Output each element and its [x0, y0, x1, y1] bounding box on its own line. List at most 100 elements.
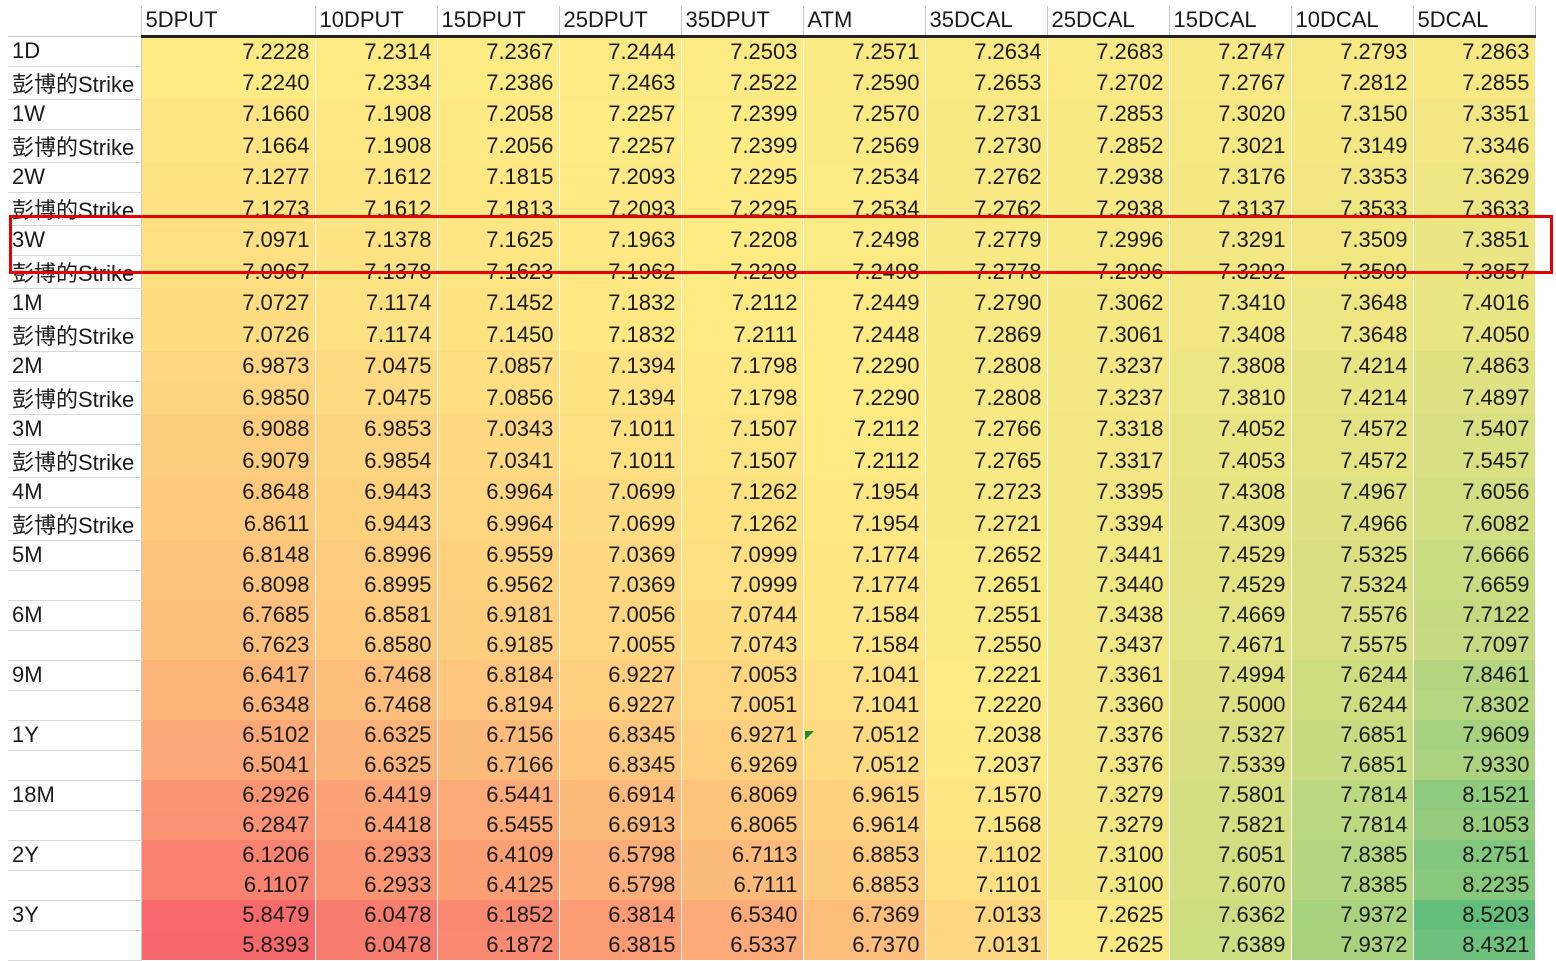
data-cell[interactable]: 7.3533	[1291, 192, 1413, 225]
data-cell[interactable]: 7.1452	[437, 288, 559, 318]
data-cell[interactable]: 7.2399	[681, 129, 803, 162]
data-cell[interactable]: 7.4994	[1169, 660, 1291, 690]
data-cell[interactable]: 7.1798	[681, 381, 803, 414]
data-cell[interactable]: 7.5000	[1169, 690, 1291, 720]
data-cell[interactable]: 7.3376	[1047, 750, 1169, 780]
data-cell[interactable]: 7.0369	[559, 540, 681, 570]
data-cell[interactable]: 7.1664	[141, 129, 315, 162]
data-cell[interactable]: 7.2498	[803, 255, 925, 288]
data-cell[interactable]: 7.2448	[803, 318, 925, 351]
data-cell[interactable]: 7.3346	[1413, 129, 1535, 162]
data-cell[interactable]: 6.5798	[559, 840, 681, 870]
data-cell[interactable]: 7.2625	[1047, 930, 1169, 960]
data-cell[interactable]: 7.2996	[1047, 225, 1169, 255]
data-cell[interactable]: 7.4572	[1291, 414, 1413, 444]
data-cell[interactable]: 6.0478	[315, 900, 437, 930]
data-cell[interactable]: 6.9850	[141, 381, 315, 414]
data-cell[interactable]: 7.3395	[1047, 477, 1169, 507]
data-cell[interactable]: 7.2314	[315, 36, 437, 66]
data-cell[interactable]: 7.1174	[315, 288, 437, 318]
data-cell[interactable]: 7.1507	[681, 444, 803, 477]
data-cell[interactable]: 7.3408	[1169, 318, 1291, 351]
data-cell[interactable]: 7.3394	[1047, 507, 1169, 540]
data-cell[interactable]: 7.9372	[1291, 900, 1413, 930]
data-cell[interactable]: 7.0971	[141, 225, 315, 255]
column-header[interactable]: 10DPUT	[315, 6, 438, 38]
row-label[interactable]: 彭博的Strike	[8, 192, 142, 226]
data-cell[interactable]: 7.2058	[437, 99, 559, 129]
data-cell[interactable]: 7.2996	[1047, 255, 1169, 288]
data-cell[interactable]: 7.1962	[559, 255, 681, 288]
data-cell[interactable]: 7.3062	[1047, 288, 1169, 318]
data-cell[interactable]: 7.2221	[925, 660, 1047, 690]
data-cell[interactable]: 7.2793	[1291, 36, 1413, 66]
data-cell[interactable]: 7.2295	[681, 192, 803, 225]
data-cell[interactable]: 6.7111	[681, 870, 803, 900]
data-cell[interactable]: 7.1262	[681, 477, 803, 507]
data-cell[interactable]: 7.1798	[681, 351, 803, 381]
data-cell[interactable]: 7.2208	[681, 255, 803, 288]
data-cell[interactable]: 6.4418	[315, 810, 437, 840]
data-cell[interactable]: 8.2751	[1413, 840, 1535, 870]
column-header[interactable]: 35DCAL	[925, 6, 1048, 38]
column-header[interactable]: 10DCAL	[1291, 6, 1414, 38]
row-label[interactable]: 2Y	[8, 840, 142, 871]
data-cell[interactable]: 7.9609	[1413, 720, 1535, 750]
data-cell[interactable]: 7.2112	[803, 414, 925, 444]
row-label[interactable]	[8, 690, 142, 721]
data-cell[interactable]: 6.8345	[559, 720, 681, 750]
data-cell[interactable]: 7.3437	[1047, 630, 1169, 660]
data-cell[interactable]: 7.2812	[1291, 66, 1413, 99]
data-cell[interactable]: 6.6913	[559, 810, 681, 840]
column-header[interactable]: 5DCAL	[1413, 6, 1536, 38]
data-cell[interactable]: 7.2855	[1413, 66, 1535, 99]
data-cell[interactable]: 6.8184	[437, 660, 559, 690]
data-cell[interactable]: 7.2522	[681, 66, 803, 99]
data-cell[interactable]: 7.3061	[1047, 318, 1169, 351]
data-cell[interactable]: 7.2112	[681, 288, 803, 318]
data-cell[interactable]: 6.6325	[315, 750, 437, 780]
data-cell[interactable]: 6.8148	[141, 540, 315, 570]
data-cell[interactable]: 7.2056	[437, 129, 559, 162]
data-cell[interactable]: 7.1011	[559, 414, 681, 444]
column-header[interactable]: 15DCAL	[1169, 6, 1292, 38]
data-cell[interactable]: 7.3020	[1169, 99, 1291, 129]
row-label[interactable]: 3M	[8, 414, 142, 445]
data-cell[interactable]: 7.2208	[681, 225, 803, 255]
data-cell[interactable]: 7.2290	[803, 381, 925, 414]
data-cell[interactable]: 7.3857	[1413, 255, 1535, 288]
data-cell[interactable]: 7.3633	[1413, 192, 1535, 225]
data-cell[interactable]: 7.6851	[1291, 750, 1413, 780]
data-cell[interactable]: 6.7623	[141, 630, 315, 660]
data-cell[interactable]: 7.7814	[1291, 780, 1413, 810]
data-cell[interactable]: 7.2240	[141, 66, 315, 99]
data-cell[interactable]: 7.5407	[1413, 414, 1535, 444]
row-label[interactable]: 彭博的Strike	[8, 255, 142, 289]
data-cell[interactable]: 7.1011	[559, 444, 681, 477]
column-header[interactable]: 25DCAL	[1047, 6, 1170, 38]
data-cell[interactable]: 6.9227	[559, 660, 681, 690]
data-cell[interactable]: 7.3176	[1169, 162, 1291, 192]
data-cell[interactable]: 7.0699	[559, 477, 681, 507]
row-label[interactable]: 1D	[8, 36, 142, 67]
row-label[interactable]	[8, 570, 142, 601]
data-cell[interactable]: 7.3137	[1169, 192, 1291, 225]
data-cell[interactable]: 7.2779	[925, 225, 1047, 255]
data-cell[interactable]: 7.3351	[1413, 99, 1535, 129]
data-cell[interactable]: 7.6244	[1291, 690, 1413, 720]
data-cell[interactable]: 7.1450	[437, 318, 559, 351]
data-cell[interactable]: 7.4967	[1291, 477, 1413, 507]
data-cell[interactable]: 7.2093	[559, 162, 681, 192]
row-label[interactable]: 2M	[8, 351, 142, 382]
data-cell[interactable]: 6.8098	[141, 570, 315, 600]
data-cell[interactable]: 7.2399	[681, 99, 803, 129]
data-cell[interactable]: 7.1570	[925, 780, 1047, 810]
data-cell[interactable]: 6.1852	[437, 900, 559, 930]
data-cell[interactable]: 7.3291	[1169, 225, 1291, 255]
data-cell[interactable]: 7.1832	[559, 288, 681, 318]
data-cell[interactable]: 7.2498	[803, 225, 925, 255]
column-header[interactable]: 5DPUT	[141, 6, 316, 38]
data-cell[interactable]: 7.2449	[803, 288, 925, 318]
data-cell[interactable]: 6.9562	[437, 570, 559, 600]
data-cell[interactable]: 7.1813	[437, 192, 559, 225]
